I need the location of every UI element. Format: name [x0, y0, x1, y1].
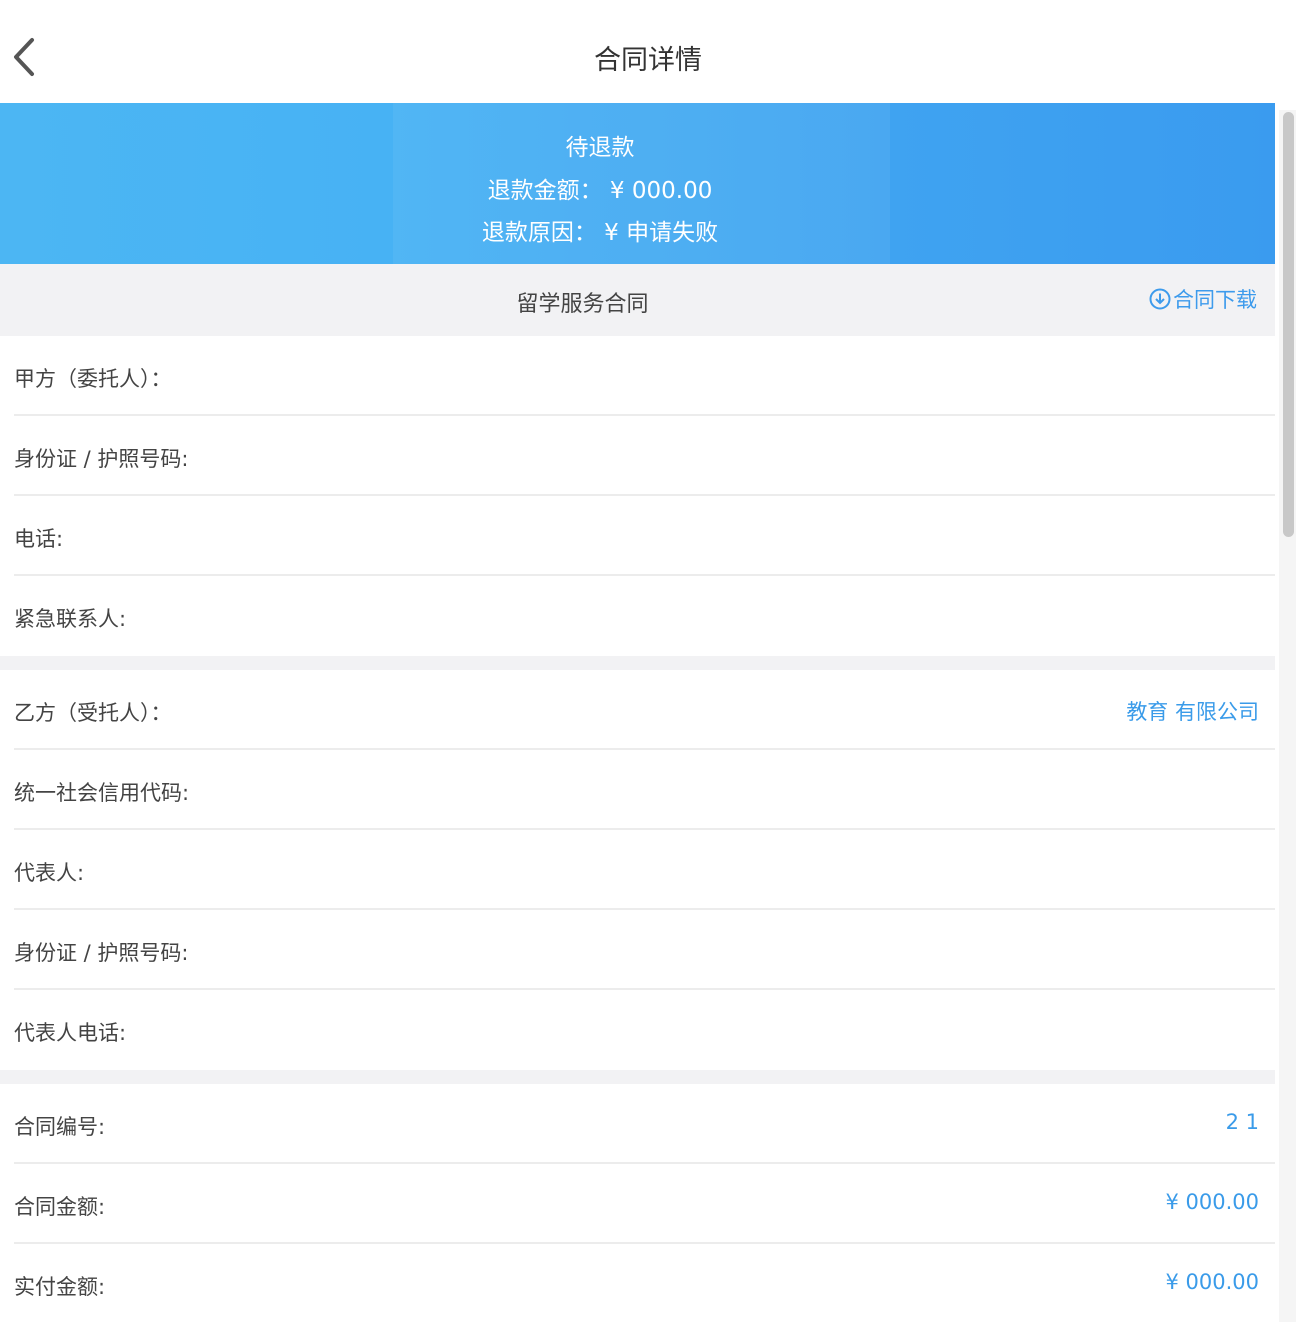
contract-detail-list: 甲方（委托人）： 身份证 / 护照号码: 电话: 紧急联系人: 乙方（受托人）：…	[0, 336, 1275, 1322]
refund-reason-text: 退款原因： ¥ 申请失败	[481, 220, 719, 246]
list-item-contract-number: 合同编号: 2 1	[14, 1084, 1275, 1164]
list-item-paid-amount: 实付金额: ¥ 000.00	[14, 1244, 1275, 1322]
list-item-party-a-id: 身份证 / 护照号码:	[14, 416, 1275, 496]
list-item-party-a: 甲方（委托人）：	[14, 336, 1275, 416]
field-value: ¥ 000.00	[1165, 1190, 1259, 1214]
field-label: 身份证 / 护照号码:	[14, 941, 189, 965]
field-label: 合同编号:	[14, 1115, 106, 1139]
section-divider	[0, 656, 1275, 670]
field-label: 代表人:	[14, 861, 85, 885]
scrollbar-thumb[interactable]	[1283, 112, 1294, 537]
field-label: 甲方（委托人）：	[14, 367, 172, 391]
list-item-emergency-contact: 紧急联系人:	[14, 576, 1275, 656]
field-label: 统一社会信用代码:	[14, 781, 190, 805]
list-item-party-b: 乙方（受托人）： 教育 有限公司	[14, 670, 1275, 750]
field-value: 2 1	[1225, 1110, 1259, 1134]
field-value: ¥ 000.00	[1165, 1270, 1259, 1294]
page-title: 合同详情	[594, 45, 702, 76]
list-item-contract-amount: 合同金额: ¥ 000.00	[14, 1164, 1275, 1244]
top-nav-bar: 合同详情	[0, 0, 1296, 103]
field-label: 乙方（受托人）：	[14, 701, 172, 725]
refund-status-banner: 待退款 退款金额： ¥ 000.00 退款原因： ¥ 申请失败	[0, 103, 1275, 264]
list-item-representative-id: 身份证 / 护照号码:	[14, 910, 1275, 990]
contract-download-button[interactable]: 合同下载	[1149, 284, 1257, 314]
field-label: 实付金额:	[14, 1275, 106, 1299]
download-circle-icon	[1149, 288, 1171, 310]
field-label: 代表人电话:	[14, 1021, 127, 1045]
contract-section-header: 留学服务合同 合同下载	[0, 264, 1275, 336]
section-divider	[0, 1070, 1275, 1084]
refund-status-text: 待退款	[565, 135, 635, 161]
field-label: 身份证 / 护照号码:	[14, 447, 189, 471]
field-label: 紧急联系人:	[14, 607, 127, 631]
list-item-representative: 代表人:	[14, 830, 1275, 910]
field-label: 合同金额:	[14, 1195, 106, 1219]
list-item-party-a-phone: 电话:	[14, 496, 1275, 576]
download-label: 合同下载	[1173, 288, 1257, 312]
list-item-representative-phone: 代表人电话:	[14, 990, 1275, 1070]
list-item-credit-code: 统一社会信用代码:	[14, 750, 1275, 830]
field-value: 教育 有限公司	[1126, 700, 1259, 724]
field-label: 电话:	[14, 527, 64, 551]
refund-amount-text: 退款金额： ¥ 000.00	[487, 178, 713, 204]
section-title: 留学服务合同	[516, 292, 649, 317]
